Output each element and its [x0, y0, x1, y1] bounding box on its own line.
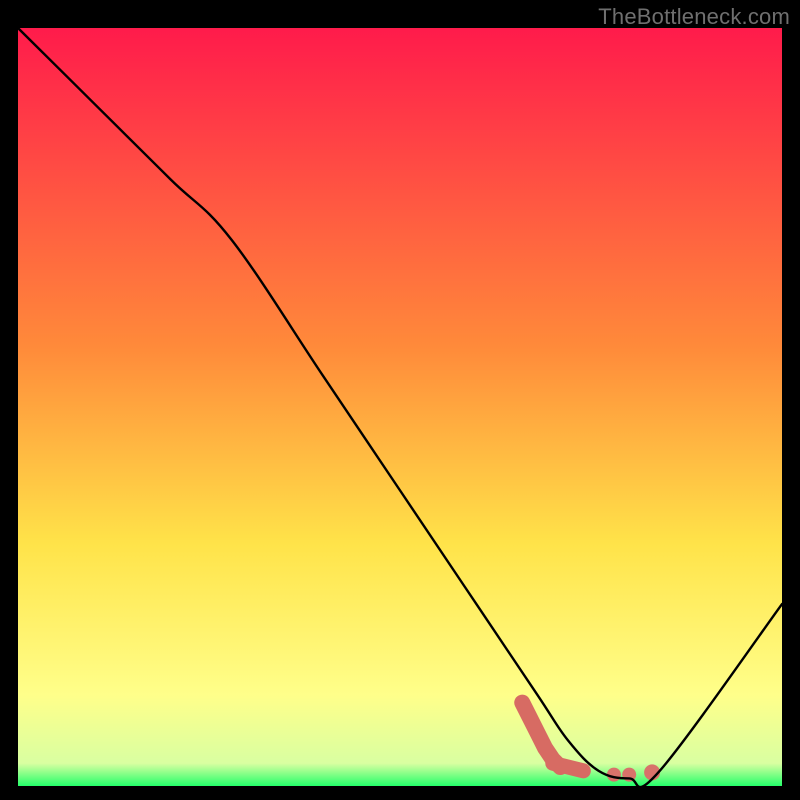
chart-frame: TheBottleneck.com [0, 0, 800, 800]
watermark-text: TheBottleneck.com [598, 4, 790, 30]
marker-foot [553, 763, 584, 771]
plot-area [18, 28, 782, 786]
chart-svg [18, 28, 782, 786]
